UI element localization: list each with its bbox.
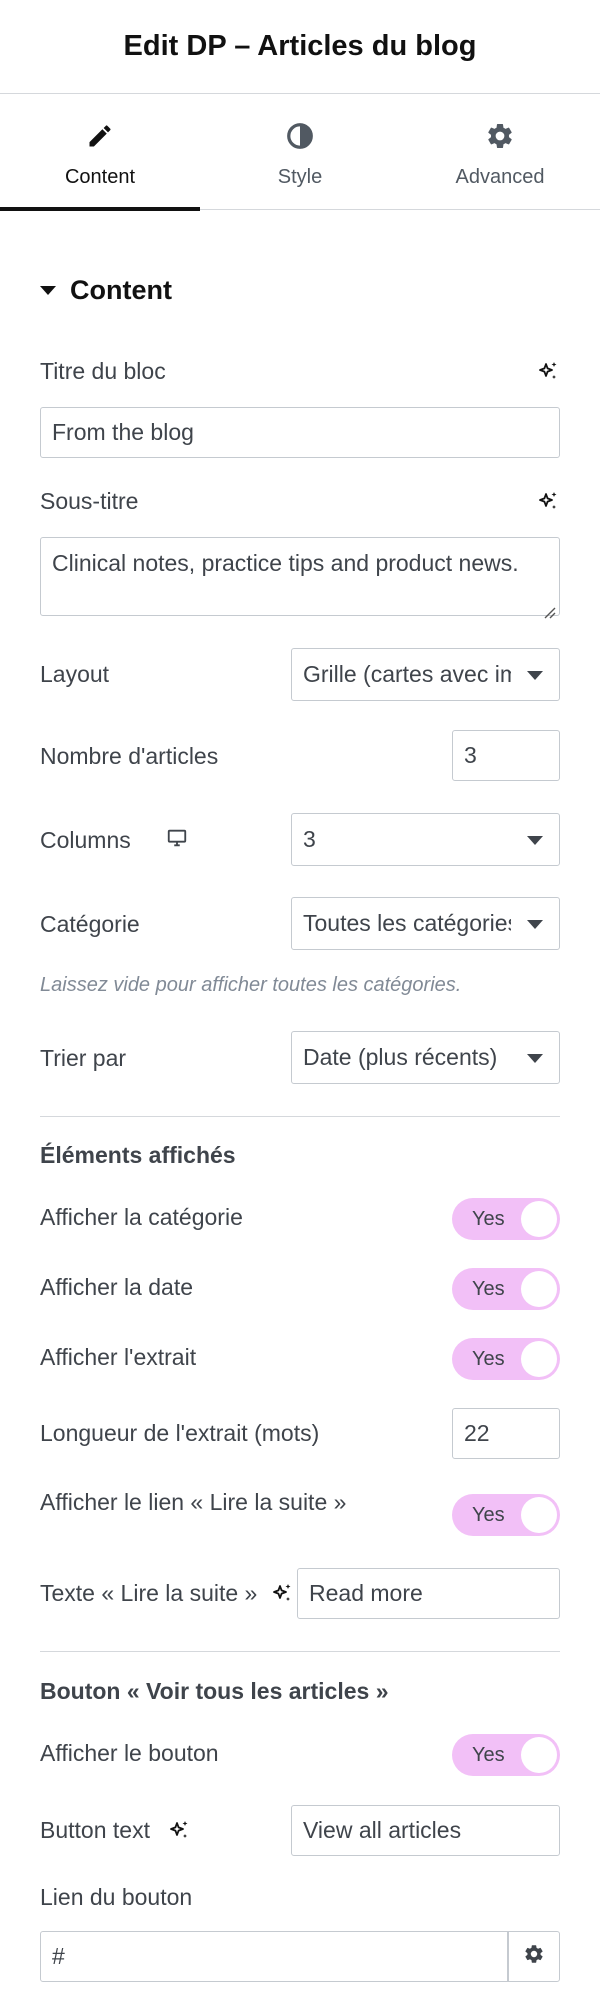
button-text-label: Button text	[40, 1817, 150, 1843]
tab-bar: Content Style Advanced	[0, 95, 600, 211]
trier-select[interactable]: Date (plus récents)	[291, 1031, 560, 1084]
afficher-categorie-label: Afficher la catégorie	[40, 1204, 243, 1230]
categorie-select-value: Toutes les catégories	[303, 910, 511, 936]
toggle-knob	[521, 1201, 557, 1237]
toggle-knob	[521, 1737, 557, 1773]
afficher-bouton-label: Afficher le bouton	[40, 1740, 219, 1766]
trier-select-value: Date (plus récents)	[303, 1044, 498, 1070]
tab-advanced[interactable]: Advanced	[400, 95, 600, 210]
tab-style[interactable]: Style	[200, 95, 400, 210]
afficher-lien-label: Afficher le lien « Lire la suite »	[40, 1489, 347, 1515]
layout-select[interactable]: Grille (cartes avec images)	[291, 648, 560, 701]
desktop-icon[interactable]	[166, 827, 190, 851]
columns-select-value: 3	[303, 826, 316, 852]
categorie-select[interactable]: Toutes les catégories	[291, 897, 560, 950]
toggle-state: Yes	[472, 1504, 505, 1526]
afficher-extrait-toggle[interactable]: Yes	[452, 1338, 560, 1380]
link-options-button[interactable]	[508, 1931, 560, 1982]
soustitre-value: Clinical notes, practice tips and produc…	[52, 550, 519, 576]
bouton-heading: Bouton « Voir tous les articles »	[40, 1678, 389, 1704]
ai-sparkle-icon[interactable]	[536, 490, 560, 514]
columns-label: Columns	[40, 827, 131, 853]
tab-style-label: Style	[277, 166, 323, 188]
afficher-extrait-label: Afficher l'extrait	[40, 1344, 197, 1370]
soustitre-label: Sous-titre	[40, 488, 139, 514]
toggle-state: Yes	[472, 1744, 505, 1766]
categorie-label: Catégorie	[40, 911, 140, 937]
toggle-state: Yes	[472, 1208, 505, 1230]
titre-label: Titre du bloc	[40, 358, 166, 384]
chevron-down-icon	[527, 919, 543, 929]
tab-advanced-label: Advanced	[455, 166, 545, 188]
chevron-down-icon	[527, 835, 543, 845]
ai-sparkle-icon[interactable]	[536, 360, 560, 384]
texte-lire-input[interactable]: Read more	[297, 1568, 560, 1619]
ai-sparkle-icon[interactable]	[270, 1582, 294, 1606]
toggle-knob	[521, 1341, 557, 1377]
half-circle-icon	[283, 119, 317, 153]
afficher-lien-toggle[interactable]: Yes	[452, 1494, 560, 1536]
panel-header: Edit DP – Articles du blog	[0, 0, 600, 94]
afficher-bouton-toggle[interactable]: Yes	[452, 1734, 560, 1776]
nombre-label: Nombre d'articles	[40, 743, 219, 769]
divider	[40, 1116, 560, 1117]
columns-select[interactable]: 3	[291, 813, 560, 866]
afficher-date-toggle[interactable]: Yes	[452, 1268, 560, 1310]
longueur-label: Longueur de l'extrait (mots)	[40, 1420, 320, 1446]
texte-lire-label: Texte « Lire la suite »	[40, 1580, 258, 1606]
gear-icon	[483, 119, 517, 153]
resize-handle-icon[interactable]	[542, 598, 556, 619]
layout-select-value: Grille (cartes avec images)	[303, 661, 511, 687]
caret-down-icon	[40, 286, 56, 295]
toggle-knob	[521, 1497, 557, 1533]
lien-label: Lien du bouton	[40, 1884, 193, 1910]
elements-heading: Éléments affichés	[40, 1142, 236, 1168]
button-text-input[interactable]: View all articles	[291, 1805, 560, 1856]
gear-icon	[523, 1943, 545, 1970]
section-title-label: Content	[70, 275, 172, 305]
afficher-categorie-toggle[interactable]: Yes	[452, 1198, 560, 1240]
section-toggle-content[interactable]: Content	[40, 275, 172, 306]
categorie-hint: Laissez vide pour afficher toutes les ca…	[40, 974, 462, 996]
pencil-icon	[83, 119, 117, 153]
soustitre-textarea[interactable]: Clinical notes, practice tips and produc…	[40, 537, 560, 619]
lien-input[interactable]: #	[40, 1931, 508, 1982]
toggle-state: Yes	[472, 1348, 505, 1370]
nombre-input[interactable]: 3	[452, 730, 560, 781]
chevron-down-icon	[527, 670, 543, 680]
layout-label: Layout	[40, 661, 110, 687]
trier-label: Trier par	[40, 1045, 127, 1071]
chevron-down-icon	[527, 1053, 543, 1063]
afficher-date-label: Afficher la date	[40, 1274, 194, 1300]
divider	[40, 1651, 560, 1652]
ai-sparkle-icon[interactable]	[167, 1819, 191, 1843]
tab-content-label: Content	[64, 166, 136, 188]
longueur-input[interactable]: 22	[452, 1408, 560, 1459]
titre-input[interactable]: From the blog	[40, 407, 560, 458]
toggle-knob	[521, 1271, 557, 1307]
panel-title: Edit DP – Articles du blog	[123, 30, 477, 62]
toggle-state: Yes	[472, 1278, 505, 1300]
tab-content[interactable]: Content	[0, 95, 200, 211]
